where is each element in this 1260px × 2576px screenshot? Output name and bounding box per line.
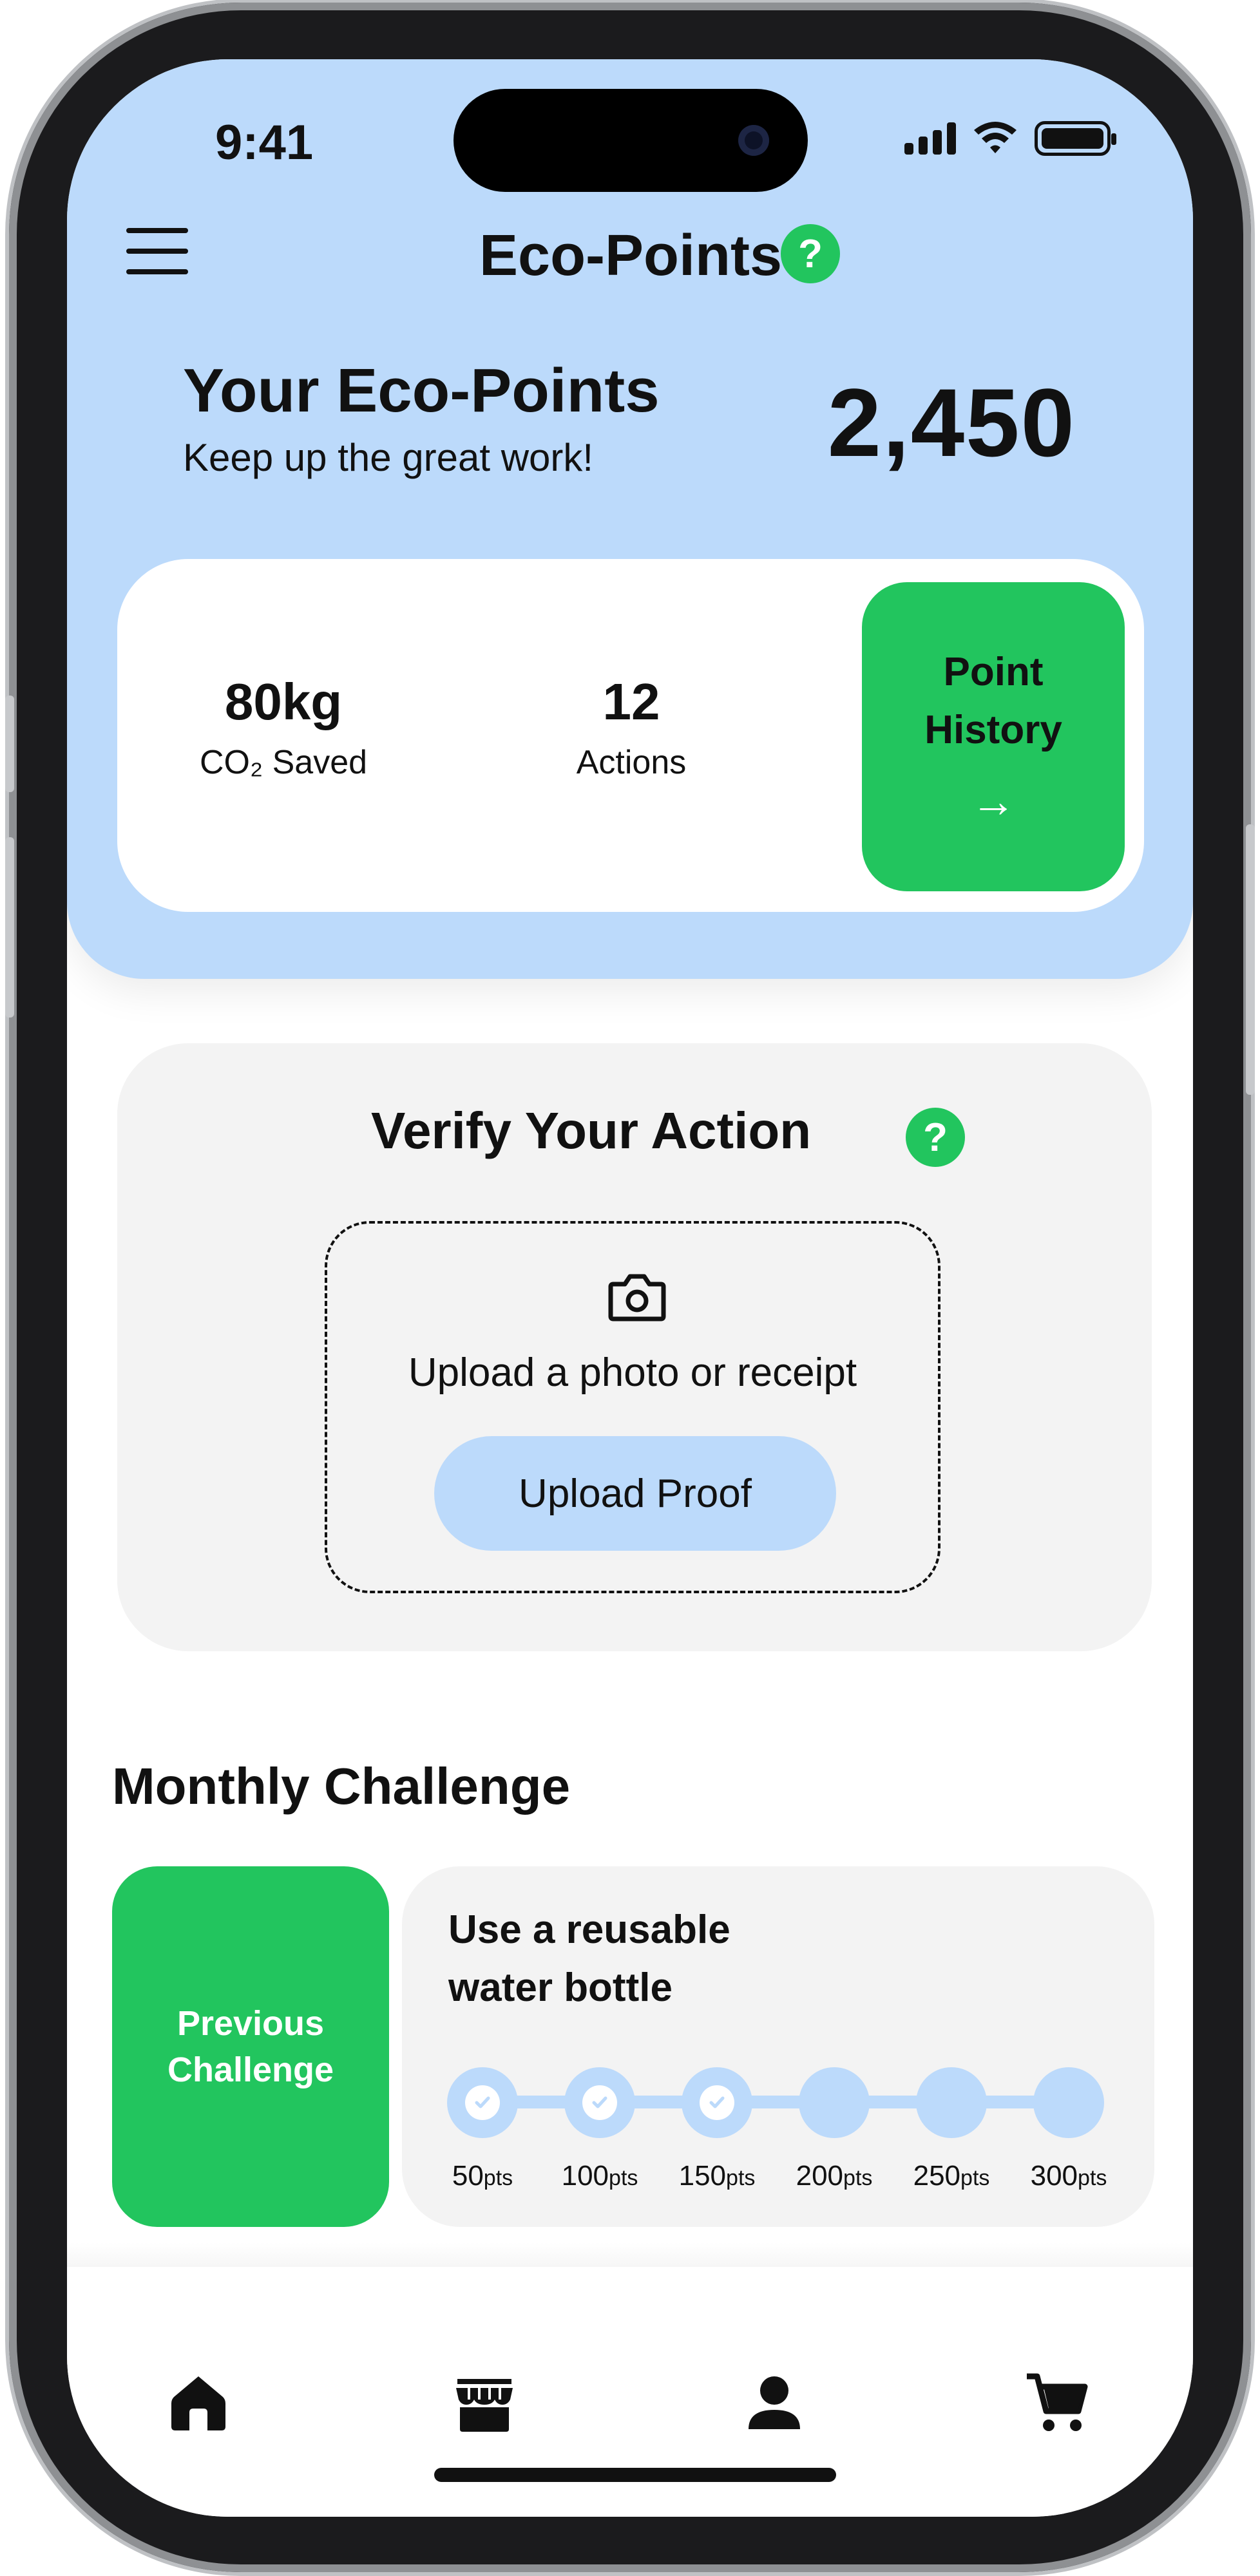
signal-icon <box>904 122 956 155</box>
arrow-right-icon: → <box>971 776 1016 826</box>
camera-icon <box>608 1274 666 1321</box>
header-area: 9:41 Eco-Points ? Your Eco-Points Keep u… <box>67 59 1193 979</box>
section-title: Monthly Challenge <box>112 1757 571 1815</box>
stat-value: 80kg <box>224 673 343 730</box>
stat-label: Actions <box>576 744 687 781</box>
milestone-label: 150pts <box>678 2160 756 2192</box>
milestone-label: 100pts <box>561 2160 638 2192</box>
page-title: Eco-Points <box>479 223 783 288</box>
milestone-label: 250pts <box>913 2160 990 2192</box>
help-icon[interactable]: ? <box>906 1108 965 1167</box>
challenge-name-line: Use a reusable <box>448 1908 730 1952</box>
previous-challenge-button[interactable]: Previous Challenge <box>112 1866 389 2227</box>
stat-value: 12 <box>602 673 660 730</box>
history-label: Point <box>943 650 1044 694</box>
check-icon <box>465 2085 500 2120</box>
milestone-label: 300pts <box>1030 2160 1107 2192</box>
milestone-marker <box>564 2067 635 2138</box>
check-icon <box>700 2085 734 2120</box>
stat-co2: 80kg CO₂ Saved <box>155 672 412 782</box>
challenge-card: Use a reusable water bottle 50pts 100pts 1… <box>402 1866 1154 2227</box>
points-heading: Your Eco-Points <box>183 356 660 425</box>
stat-actions: 12 Actions <box>502 672 760 782</box>
stat-label: CO₂ Saved <box>199 744 368 781</box>
profile-icon[interactable] <box>742 2370 807 2434</box>
upload-proof-button[interactable]: Upload Proof <box>434 1436 836 1551</box>
home-indicator <box>434 2468 836 2482</box>
store-icon[interactable] <box>452 2370 517 2434</box>
previous-label: Challenge <box>167 2050 334 2089</box>
upload-dropzone[interactable]: Upload a photo or receipt Upload Proof <box>325 1221 940 1593</box>
milestone-marker <box>799 2067 870 2138</box>
stats-card: 80kg CO₂ Saved 12 Actions Point History … <box>117 559 1144 912</box>
cart-icon[interactable] <box>1024 2370 1089 2434</box>
app-screen: 9:41 Eco-Points ? Your Eco-Points Keep u… <box>67 59 1193 2517</box>
upload-instructions: Upload a photo or receipt <box>408 1350 857 1395</box>
milestone-label: 200pts <box>796 2160 873 2192</box>
points-value: 2,450 <box>827 368 1076 477</box>
side-button <box>5 837 14 1018</box>
verify-title: Verify Your Action <box>371 1102 812 1159</box>
home-icon[interactable] <box>166 2370 231 2434</box>
point-history-button[interactable]: Point History → <box>862 582 1125 891</box>
help-icon[interactable]: ? <box>781 224 840 283</box>
menu-icon[interactable] <box>126 228 188 274</box>
status-icons <box>904 121 1116 156</box>
milestone-label: 50pts <box>452 2160 513 2192</box>
points-subtitle: Keep up the great work! <box>183 436 594 479</box>
check-icon <box>582 2085 617 2120</box>
challenge-name-line: water bottle <box>448 1965 673 2010</box>
previous-label: Previous <box>177 2004 325 2043</box>
dynamic-island <box>453 89 808 192</box>
milestone-marker <box>447 2067 518 2138</box>
challenge-name: Use a reusable water bottle <box>448 1901 899 2017</box>
milestone-marker <box>682 2067 752 2138</box>
battery-icon <box>1035 121 1116 156</box>
milestone-marker <box>1033 2067 1104 2138</box>
history-label: History <box>924 708 1062 752</box>
status-time: 9:41 <box>215 115 314 170</box>
side-button <box>1246 824 1255 1095</box>
verify-card: Verify Your Action ? Upload a photo or r… <box>117 1043 1152 1651</box>
side-button <box>5 696 14 792</box>
wifi-icon <box>974 122 1017 153</box>
milestone-marker <box>916 2067 987 2138</box>
